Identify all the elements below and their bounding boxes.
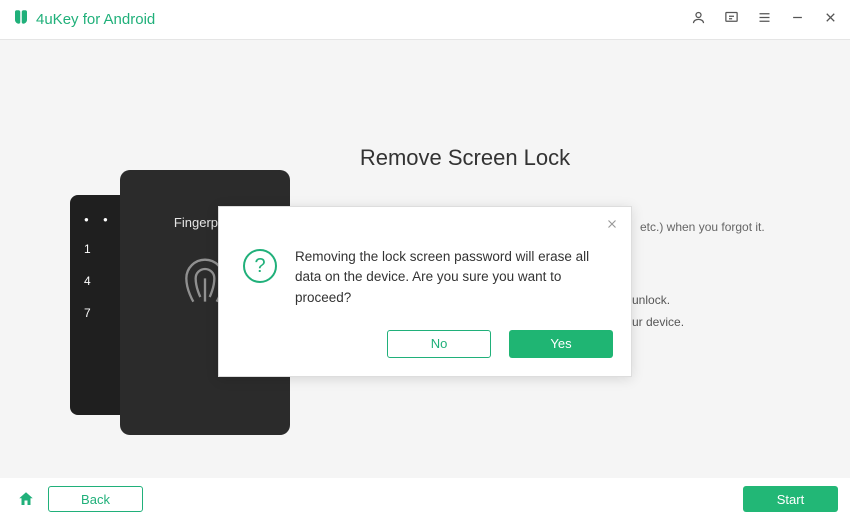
back-button[interactable]: Back xyxy=(48,486,143,512)
app-logo: 4uKey for Android xyxy=(12,8,155,31)
content-area: ● ● 1 4 7 Fingerprint Remove Screen Lock… xyxy=(0,40,850,480)
page-title: Remove Screen Lock xyxy=(130,145,800,171)
menu-icon[interactable] xyxy=(757,10,772,29)
titlebar: 4uKey for Android xyxy=(0,0,850,40)
info-line: unlock. xyxy=(632,290,684,312)
dialog-message: Removing the lock screen password will e… xyxy=(295,247,613,308)
yes-button[interactable]: Yes xyxy=(509,330,613,358)
home-icon[interactable] xyxy=(12,490,40,508)
logo-icon xyxy=(12,8,30,31)
info-text: unlock. ur device. xyxy=(632,290,684,333)
question-icon: ? xyxy=(243,249,277,283)
footer: Back Start xyxy=(0,478,850,520)
dialog-actions: No Yes xyxy=(237,330,613,358)
app-name: 4uKey for Android xyxy=(36,11,155,28)
dialog-body: ? Removing the lock screen password will… xyxy=(237,221,613,308)
chat-icon[interactable] xyxy=(724,10,739,29)
close-icon[interactable] xyxy=(605,217,619,236)
subtitle-fragment: etc.) when you forgot it. xyxy=(640,220,765,234)
confirm-dialog: ? Removing the lock screen password will… xyxy=(218,206,632,377)
user-icon[interactable] xyxy=(691,10,706,29)
titlebar-controls xyxy=(691,10,838,29)
no-button[interactable]: No xyxy=(387,330,491,358)
close-icon[interactable] xyxy=(823,10,838,29)
info-line: ur device. xyxy=(632,312,684,334)
minimize-icon[interactable] xyxy=(790,10,805,29)
start-button[interactable]: Start xyxy=(743,486,838,512)
